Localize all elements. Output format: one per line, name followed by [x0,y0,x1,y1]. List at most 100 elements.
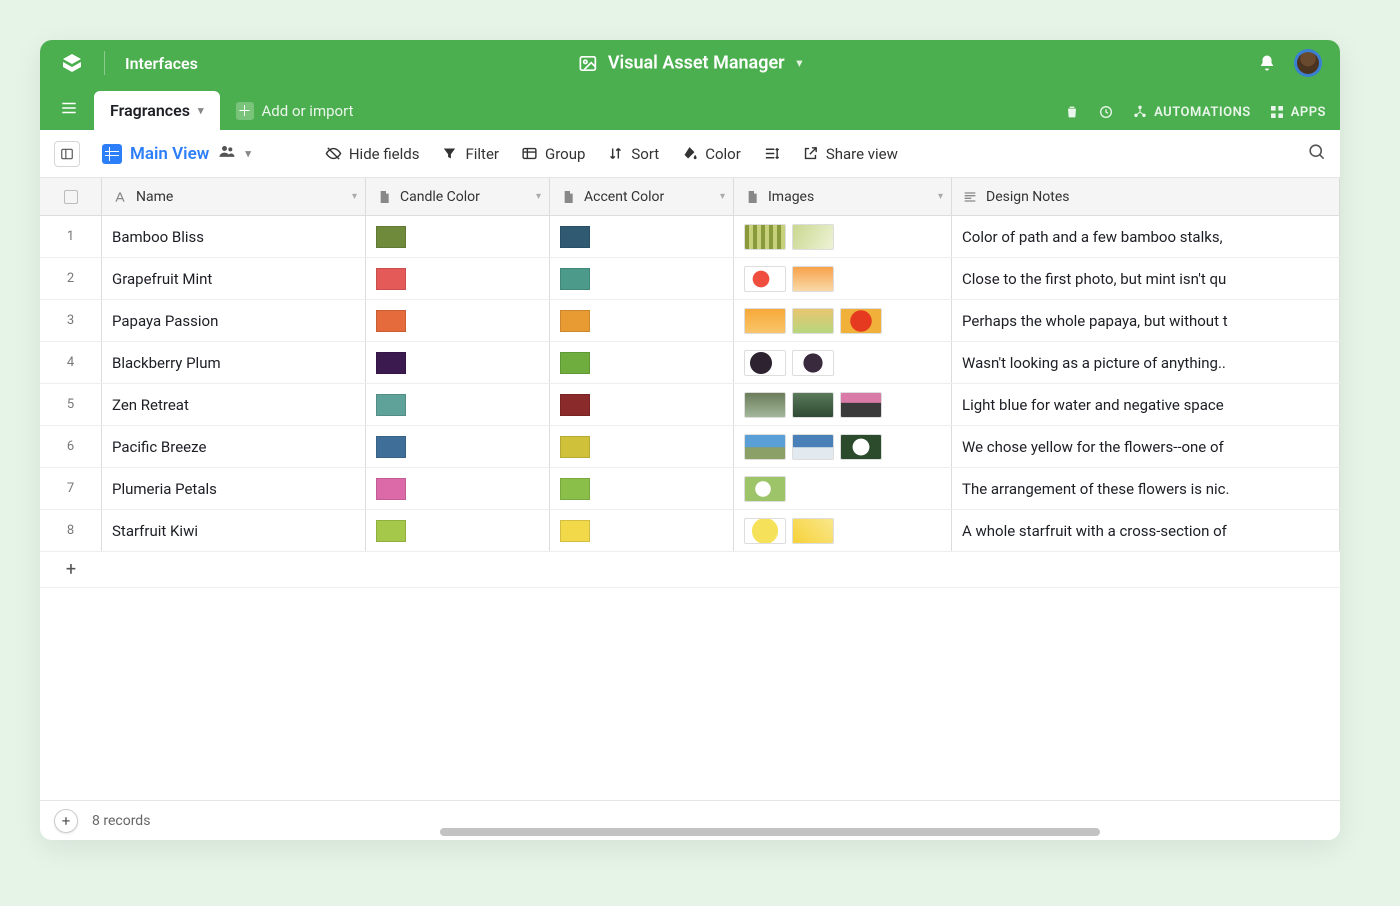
chevron-down-icon[interactable]: ▾ [720,191,725,202]
apps-button[interactable]: APPS [1269,104,1326,120]
cell-name[interactable]: Pacific Breeze [102,426,366,467]
sort-button[interactable]: Sort [607,145,659,163]
cell-images[interactable] [734,258,952,299]
cell-accent-color[interactable] [550,384,734,425]
cell-design-notes[interactable]: The arrangement of these flowers is nic. [952,468,1340,509]
row-number[interactable]: 4 [40,342,102,383]
cell-accent-color[interactable] [550,258,734,299]
row-number[interactable]: 8 [40,510,102,551]
sidebar-toggle[interactable] [54,141,80,167]
view-selector[interactable]: Main View ▾ [102,141,251,166]
table-row[interactable]: 6Pacific Breeze We chose yellow for the f… [40,426,1340,468]
color-button[interactable]: Color [681,145,741,163]
image-thumbnail[interactable] [744,350,786,376]
image-thumbnail[interactable] [792,392,834,418]
column-header-design-notes[interactable]: Design Notes [952,178,1340,215]
cell-candle-color[interactable] [366,300,550,341]
row-number[interactable]: 7 [40,468,102,509]
column-header-accent-color[interactable]: Accent Color ▾ [550,178,734,215]
base-title[interactable]: Visual Asset Manager ▾ [578,53,802,74]
row-number[interactable]: 3 [40,300,102,341]
history-button[interactable] [1098,104,1114,120]
image-thumbnail[interactable] [744,518,786,544]
image-thumbnail[interactable] [744,476,786,502]
chevron-down-icon[interactable]: ▾ [938,191,943,202]
hide-fields-button[interactable]: Hide fields [325,145,420,163]
cell-candle-color[interactable] [366,342,550,383]
menu-icon[interactable] [54,93,84,123]
automations-button[interactable]: AUTOMATIONS [1132,104,1251,120]
collaborators-icon[interactable] [217,141,237,166]
logo-icon[interactable] [58,49,86,77]
cell-accent-color[interactable] [550,216,734,257]
row-height-button[interactable] [763,145,780,162]
add-row[interactable]: + [40,552,1340,588]
image-thumbnail[interactable] [792,224,834,250]
cell-accent-color[interactable] [550,510,734,551]
column-header-name[interactable]: Name ▾ [102,178,366,215]
table-row[interactable]: 1Bamboo BlissColor of path and a few bam… [40,216,1340,258]
cell-accent-color[interactable] [550,468,734,509]
image-thumbnail[interactable] [744,308,786,334]
select-all-cell[interactable] [40,178,102,215]
table-row[interactable]: 8Starfruit Kiwi A whole starfruit with a … [40,510,1340,552]
image-thumbnail[interactable] [744,392,786,418]
cell-candle-color[interactable] [366,468,550,509]
row-number[interactable]: 5 [40,384,102,425]
search-button[interactable] [1307,142,1326,165]
cell-images[interactable] [734,300,952,341]
image-thumbnail[interactable] [792,350,834,376]
cell-name[interactable]: Zen Retreat [102,384,366,425]
cell-images[interactable] [734,216,952,257]
table-row[interactable]: 2Grapefruit Mint Close to the first photo… [40,258,1340,300]
cell-images[interactable] [734,426,952,467]
row-number[interactable]: 1 [40,216,102,257]
cell-candle-color[interactable] [366,258,550,299]
chevron-down-icon[interactable]: ▾ [352,191,357,202]
cell-design-notes[interactable]: A whole starfruit with a cross-section o… [952,510,1340,551]
trash-button[interactable] [1064,104,1080,120]
cell-candle-color[interactable] [366,510,550,551]
cell-name[interactable]: Plumeria Petals [102,468,366,509]
cell-name[interactable]: Grapefruit Mint [102,258,366,299]
image-thumbnail[interactable] [744,224,786,250]
table-row[interactable]: 3Papaya PassionPerhaps the whole papaya,… [40,300,1340,342]
interfaces-link[interactable]: Interfaces [125,54,198,73]
table-row[interactable]: 7Plumeria Petals The arrangement of these… [40,468,1340,510]
row-number[interactable]: 6 [40,426,102,467]
cell-accent-color[interactable] [550,342,734,383]
add-record-button[interactable]: + [54,809,78,833]
tab-fragrances[interactable]: Fragrances ▾ [94,91,220,130]
image-thumbnail[interactable] [744,434,786,460]
table-row[interactable]: 4Blackberry PlumWasn't looking as a pict… [40,342,1340,384]
user-avatar[interactable] [1294,49,1322,77]
image-thumbnail[interactable] [840,308,882,334]
column-header-images[interactable]: Images ▾ [734,178,952,215]
row-number[interactable]: 2 [40,258,102,299]
horizontal-scrollbar[interactable] [440,828,1100,836]
image-thumbnail[interactable] [792,308,834,334]
cell-design-notes[interactable]: Perhaps the whole papaya, but without t [952,300,1340,341]
cell-candle-color[interactable] [366,384,550,425]
group-button[interactable]: Group [521,145,585,163]
image-thumbnail[interactable] [792,518,834,544]
cell-accent-color[interactable] [550,300,734,341]
cell-candle-color[interactable] [366,426,550,467]
image-thumbnail[interactable] [840,392,882,418]
cell-images[interactable] [734,510,952,551]
cell-images[interactable] [734,468,952,509]
notifications-icon[interactable] [1258,54,1276,72]
image-thumbnail[interactable] [792,266,834,292]
cell-design-notes[interactable]: Color of path and a few bamboo stalks, [952,216,1340,257]
cell-accent-color[interactable] [550,426,734,467]
checkbox[interactable] [64,190,78,204]
cell-design-notes[interactable]: Close to the first photo, but mint isn't… [952,258,1340,299]
cell-design-notes[interactable]: We chose yellow for the flowers--one of [952,426,1340,467]
cell-name[interactable]: Starfruit Kiwi [102,510,366,551]
add-or-import-button[interactable]: ＋ Add or import [236,102,354,120]
image-thumbnail[interactable] [744,266,786,292]
column-header-candle-color[interactable]: Candle Color ▾ [366,178,550,215]
filter-button[interactable]: Filter [441,145,499,163]
image-thumbnail[interactable] [792,434,834,460]
cell-design-notes[interactable]: Light blue for water and negative space [952,384,1340,425]
